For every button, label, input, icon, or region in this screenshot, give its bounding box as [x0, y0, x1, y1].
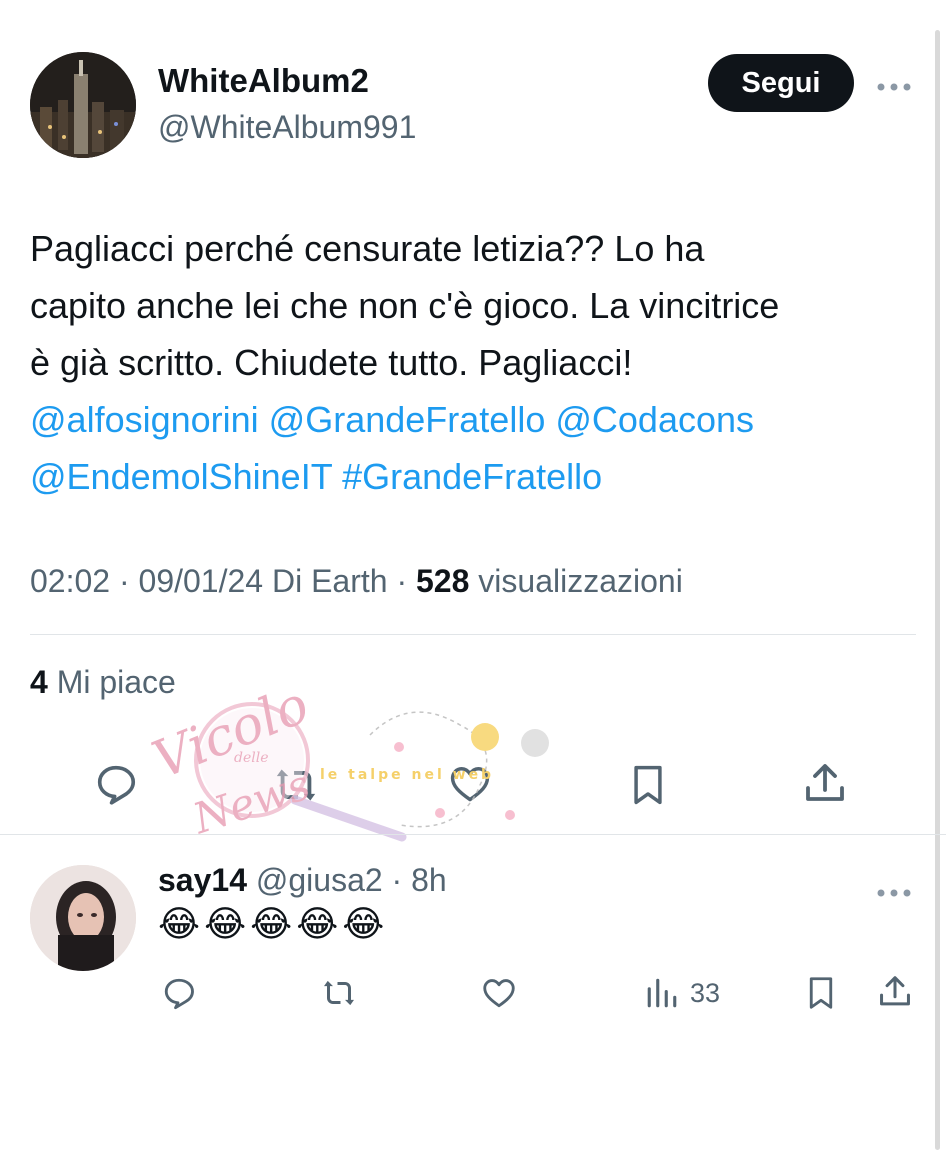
- retweet-icon: [324, 980, 354, 1006]
- views-count: 528: [416, 563, 470, 599]
- reply-bookmark-button[interactable]: [803, 973, 839, 1013]
- reply-icon: [97, 765, 136, 805]
- tweet-text: Pagliacci perché censurate letizia?? Lo …: [30, 220, 920, 505]
- tweet-text-line: capito anche lei che non c'è gioco. La v…: [30, 285, 780, 326]
- reply-author-name[interactable]: say14: [158, 862, 247, 898]
- divider: [30, 634, 916, 635]
- scrollbar[interactable]: [935, 30, 940, 1150]
- reply-avatar-photo: [30, 865, 136, 971]
- like-icon: [483, 979, 515, 1008]
- bookmark-button[interactable]: [626, 760, 670, 810]
- reply-header: say14 @giusa2 · 8h: [158, 862, 447, 899]
- author-display-name[interactable]: WhiteAlbum2: [158, 62, 369, 100]
- more-horizontal-icon[interactable]: [876, 874, 912, 904]
- city-skyline-image: [30, 52, 136, 158]
- retweet-button[interactable]: [270, 762, 322, 808]
- watermark-strip: le talpe nel web: [320, 767, 495, 783]
- reply-share-button[interactable]: [876, 973, 914, 1011]
- divider: [0, 834, 946, 835]
- reply-avatar[interactable]: [30, 865, 136, 971]
- reply-views-button[interactable]: 33: [644, 976, 720, 1010]
- mention-link[interactable]: @alfosignorini: [30, 399, 259, 440]
- share-icon: [880, 976, 910, 1006]
- reply-retweet-button[interactable]: [318, 975, 360, 1011]
- author-handle[interactable]: @WhiteAlbum991: [158, 109, 416, 146]
- reply-like-button[interactable]: [480, 975, 518, 1011]
- reply-text: 😂😂😂😂😂: [158, 903, 389, 944]
- views-icon: [647, 978, 677, 1008]
- reply-time[interactable]: · 8h: [383, 862, 447, 898]
- more-horizontal-icon[interactable]: [876, 68, 912, 98]
- bookmark-icon: [809, 977, 833, 1009]
- tweet-text-line: è già scritto. Chiudete tutto. Pagliacci…: [30, 342, 633, 383]
- reply-views-count: 33: [690, 977, 721, 1008]
- share-icon: [806, 764, 844, 801]
- bookmark-icon: [634, 765, 662, 805]
- tweet-timestamp[interactable]: 02:02 · 09/01/24 Di Earth ·: [30, 563, 416, 599]
- views-label: visualizzazioni: [469, 563, 683, 599]
- tweet-text-line: Pagliacci perché censurate letizia?? Lo …: [30, 228, 705, 269]
- reply-reply-button[interactable]: [160, 975, 198, 1011]
- share-button[interactable]: [801, 760, 849, 808]
- reply-button[interactable]: [92, 761, 140, 807]
- mention-link[interactable]: @EndemolShineIT: [30, 456, 332, 497]
- reply-author-handle[interactable]: @giusa2: [256, 862, 383, 898]
- hashtag-link[interactable]: #GrandeFratello: [342, 456, 602, 497]
- likes-count: 4: [30, 664, 48, 700]
- likes-summary[interactable]: 4 Mi piace: [30, 664, 176, 701]
- likes-label: Mi piace: [47, 664, 176, 700]
- mention-link[interactable]: @Codacons: [555, 399, 754, 440]
- mention-link[interactable]: @GrandeFratello: [269, 399, 546, 440]
- follow-button[interactable]: Segui: [708, 54, 854, 112]
- retweet-icon: [276, 769, 316, 801]
- author-avatar[interactable]: [30, 52, 136, 158]
- reply-icon: [164, 978, 194, 1010]
- watermark-small: delle: [234, 750, 269, 766]
- tweet-meta: 02:02 · 09/01/24 Di Earth · 528 visualiz…: [30, 563, 683, 600]
